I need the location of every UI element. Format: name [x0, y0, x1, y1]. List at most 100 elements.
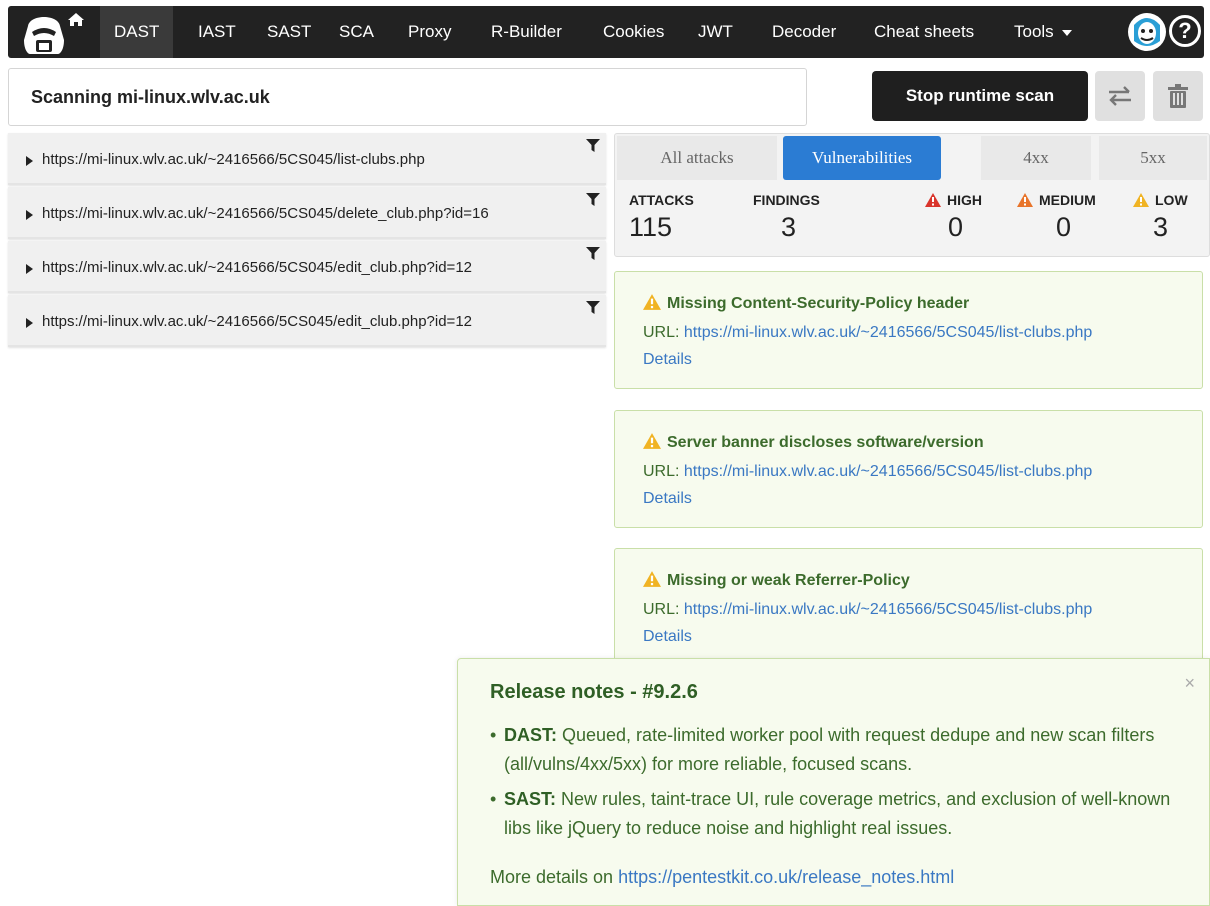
stop-runtime-scan-button[interactable]: Stop runtime scan	[872, 71, 1088, 121]
filter-icon[interactable]	[586, 139, 600, 153]
nav-sca[interactable]: SCA	[325, 6, 388, 58]
release-note-text: Queued, rate-limited worker pool with re…	[504, 725, 1155, 774]
warning-triangle-icon	[1133, 193, 1149, 207]
finding-title: Missing or weak Referrer-Policy	[643, 571, 910, 590]
finding-url-line: URL: https://mi-linux.wlv.ac.uk/~2416566…	[643, 463, 1092, 481]
nav-r-builder[interactable]: R-Builder	[477, 6, 576, 58]
navbar: DAST IAST SAST SCA Proxy R-Builder Cooki…	[8, 6, 1204, 58]
warning-triangle-icon	[925, 193, 941, 207]
finding-title-text: Missing Content-Security-Policy header	[667, 295, 970, 312]
finding-card: Server banner discloses software/version…	[614, 410, 1203, 528]
low-severity-label: LOW	[1133, 192, 1188, 208]
finding-card: Missing Content-Security-Policy header U…	[614, 271, 1203, 389]
nav-sast[interactable]: SAST	[253, 6, 325, 58]
tab-5xx[interactable]: 5xx	[1099, 136, 1207, 180]
user-avatar[interactable]	[1126, 11, 1168, 53]
release-notes-list: DAST: Queued, rate-limited worker pool w…	[490, 721, 1180, 849]
high-value: 0	[948, 212, 964, 242]
scan-title: Scanning mi-linux.wlv.ac.uk	[31, 87, 270, 107]
high-severity-label: HIGH	[925, 192, 982, 208]
release-note-tag: SAST:	[504, 789, 557, 809]
nav-cheat-sheets[interactable]: Cheat sheets	[860, 6, 988, 58]
medium-severity-label: MEDIUM	[1017, 192, 1096, 208]
release-notes-more: More details on https://pentestkit.co.uk…	[490, 867, 954, 888]
help-icon[interactable]: ?	[1169, 15, 1201, 47]
filter-icon[interactable]	[586, 301, 600, 315]
finding-card: Missing or weak Referrer-Policy URL: htt…	[614, 548, 1203, 666]
tab-4xx[interactable]: 4xx	[981, 136, 1091, 180]
filter-icon[interactable]	[586, 247, 600, 261]
warning-triangle-icon	[643, 294, 661, 310]
expand-triangle-icon	[26, 318, 33, 328]
nav-jwt[interactable]: JWT	[684, 6, 747, 58]
release-note-item: SAST: New rules, taint-trace UI, rule co…	[490, 785, 1180, 843]
finding-url-link[interactable]: https://mi-linux.wlv.ac.uk/~2416566/5CS0…	[684, 601, 1092, 618]
url-row[interactable]: https://mi-linux.wlv.ac.uk/~2416566/5CS0…	[8, 187, 606, 239]
url-text: https://mi-linux.wlv.ac.uk/~2416566/5CS0…	[42, 313, 472, 330]
url-row[interactable]: https://mi-linux.wlv.ac.uk/~2416566/5CS0…	[8, 133, 606, 185]
swap-button[interactable]	[1095, 71, 1145, 121]
finding-url-line: URL: https://mi-linux.wlv.ac.uk/~2416566…	[643, 601, 1092, 619]
nav-decoder[interactable]: Decoder	[758, 6, 850, 58]
top-navigation: DAST IAST SAST SCA Proxy R-Builder Cooki…	[0, 0, 1210, 62]
chevron-down-icon	[1061, 29, 1072, 36]
medium-value: 0	[1056, 212, 1072, 242]
close-icon[interactable]: ×	[1184, 673, 1195, 694]
nav-proxy[interactable]: Proxy	[394, 6, 465, 58]
low-label-text: LOW	[1155, 192, 1188, 208]
release-notes-link[interactable]: https://pentestkit.co.uk/release_notes.h…	[618, 867, 954, 887]
release-note-item: DAST: Queued, rate-limited worker pool w…	[490, 721, 1180, 779]
logo-home-link[interactable]	[20, 10, 88, 54]
expand-triangle-icon	[26, 264, 33, 274]
url-row[interactable]: https://mi-linux.wlv.ac.uk/~2416566/5CS0…	[8, 241, 606, 293]
avatar-icon	[1128, 13, 1166, 51]
finding-url-link[interactable]: https://mi-linux.wlv.ac.uk/~2416566/5CS0…	[684, 324, 1092, 341]
finding-url-label: URL:	[643, 601, 684, 618]
finding-details-link[interactable]: Details	[643, 490, 692, 508]
url-list: https://mi-linux.wlv.ac.uk/~2416566/5CS0…	[8, 133, 606, 349]
filter-icon[interactable]	[586, 193, 600, 207]
findings-value: 3	[781, 212, 797, 242]
release-note-text: New rules, taint-trace UI, rule coverage…	[504, 789, 1171, 838]
more-prefix: More details on	[490, 867, 619, 887]
warning-triangle-icon	[1017, 193, 1033, 207]
url-text: https://mi-linux.wlv.ac.uk/~2416566/5CS0…	[42, 151, 425, 168]
finding-url-label: URL:	[643, 463, 684, 480]
nav-iast[interactable]: IAST	[184, 6, 250, 58]
nav-tools-dropdown[interactable]: Tools	[1000, 6, 1086, 58]
nav-tools-label: Tools	[1014, 22, 1054, 41]
trash-icon	[1168, 84, 1188, 108]
home-icon	[68, 13, 84, 26]
tab-vulnerabilities[interactable]: Vulnerabilities	[783, 136, 941, 180]
swap-arrows-icon	[1109, 86, 1131, 106]
warning-triangle-icon	[643, 571, 661, 587]
release-note-tag: DAST:	[504, 725, 557, 745]
finding-url-line: URL: https://mi-linux.wlv.ac.uk/~2416566…	[643, 324, 1092, 342]
attacks-value: 115	[629, 212, 673, 242]
medium-label-text: MEDIUM	[1039, 192, 1096, 208]
nav-dast[interactable]: DAST	[100, 6, 174, 58]
hacker-hood-icon	[24, 13, 84, 54]
tab-all-attacks[interactable]: All attacks	[617, 136, 777, 180]
expand-triangle-icon	[26, 210, 33, 220]
finding-title-text: Missing or weak Referrer-Policy	[667, 572, 910, 589]
delete-button[interactable]	[1153, 71, 1203, 121]
low-value: 3	[1153, 212, 1169, 242]
high-label-text: HIGH	[947, 192, 982, 208]
expand-triangle-icon	[26, 156, 33, 166]
attacks-label: ATTACKS	[629, 192, 694, 208]
url-text: https://mi-linux.wlv.ac.uk/~2416566/5CS0…	[42, 205, 489, 222]
finding-url-label: URL:	[643, 324, 684, 341]
finding-title-text: Server banner discloses software/version	[667, 434, 984, 451]
scan-status-box: Scanning mi-linux.wlv.ac.uk	[8, 68, 807, 126]
finding-details-link[interactable]: Details	[643, 351, 692, 369]
nav-cookies[interactable]: Cookies	[589, 6, 678, 58]
release-notes-title: Release notes - #9.2.6	[490, 681, 698, 703]
findings-label: FINDINGS	[753, 192, 820, 208]
warning-triangle-icon	[643, 433, 661, 449]
url-row[interactable]: https://mi-linux.wlv.ac.uk/~2416566/5CS0…	[8, 295, 606, 347]
finding-details-link[interactable]: Details	[643, 628, 692, 646]
scan-results-panel: All attacks Vulnerabilities 4xx 5xx ATTA…	[614, 133, 1210, 257]
finding-url-link[interactable]: https://mi-linux.wlv.ac.uk/~2416566/5CS0…	[684, 463, 1092, 480]
finding-title: Missing Content-Security-Policy header	[643, 294, 969, 313]
